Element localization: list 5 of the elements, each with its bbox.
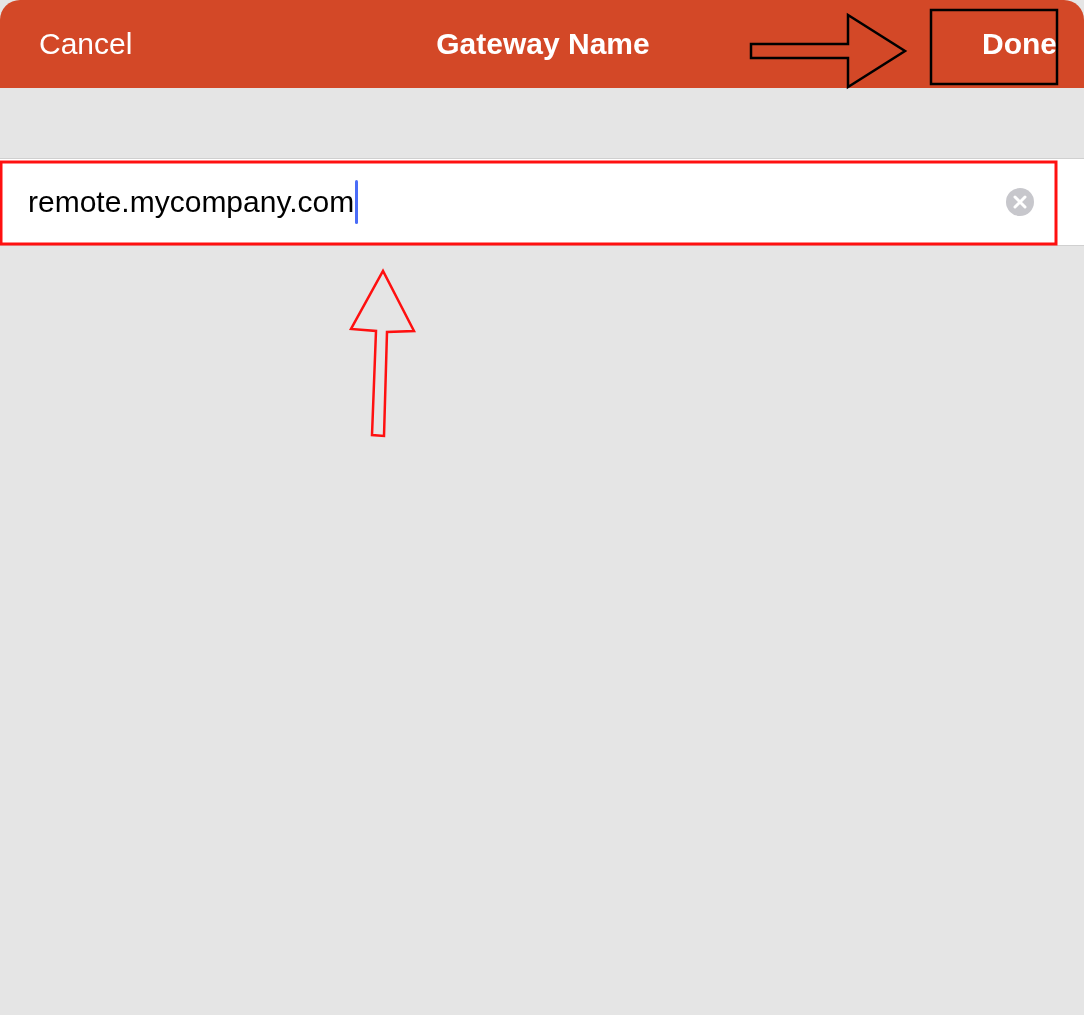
text-field[interactable]: remote.mycompany.com: [0, 159, 1084, 246]
done-button[interactable]: Done: [982, 27, 1057, 61]
screen-title: Gateway Name: [436, 27, 650, 61]
clear-icon[interactable]: [1006, 188, 1034, 216]
cancel-button[interactable]: Cancel: [39, 27, 133, 61]
